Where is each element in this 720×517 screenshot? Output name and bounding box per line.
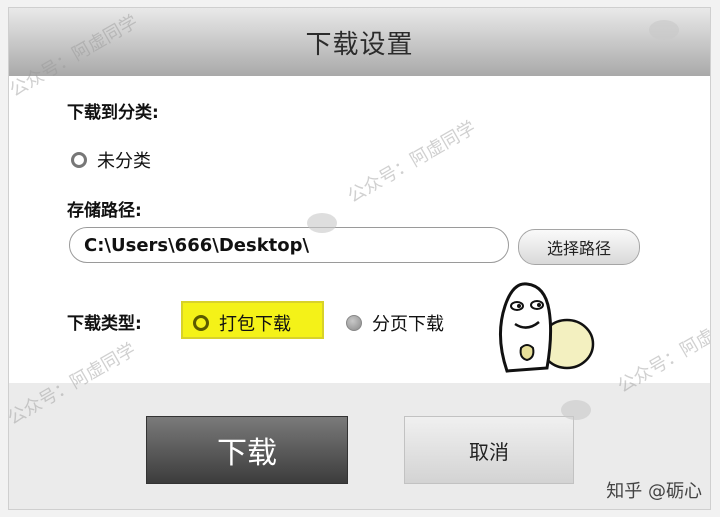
dialog-title: 下载设置 (305, 29, 414, 60)
download-settings-dialog: 下载设置 下载到分类: 未分类 存储路径: 选择路径 下载类型: 打包下载 分页… (8, 7, 711, 510)
radio-selected-icon (193, 315, 209, 331)
wechat-icon (561, 400, 591, 420)
watermark-text: 公众号：阿虚同学 (344, 117, 480, 208)
radio-pack-download[interactable]: 打包下载 (193, 310, 291, 336)
radio-uncategorized-label: 未分类 (97, 151, 151, 172)
radio-page-download-label: 分页下载 (372, 314, 444, 335)
wechat-icon (649, 20, 679, 40)
download-type-label: 下载类型: (67, 314, 142, 334)
meme-sticker-icon (498, 282, 595, 373)
storage-path-label: 存储路径: (67, 201, 142, 221)
cancel-button[interactable]: 取消 (404, 416, 574, 484)
category-label: 下载到分类: (67, 103, 159, 123)
choose-path-button[interactable]: 选择路径 (518, 229, 640, 265)
radio-page-download[interactable]: 分页下载 (346, 310, 444, 336)
radio-pack-download-label: 打包下载 (219, 314, 291, 335)
footer-bar (9, 383, 710, 509)
download-button[interactable]: 下载 (146, 416, 348, 484)
zhihu-credit: 知乎 @砺心 (606, 481, 702, 502)
storage-path-input[interactable] (69, 227, 509, 263)
wechat-icon (307, 213, 337, 233)
radio-unselected-icon (346, 315, 362, 331)
radio-uncategorized[interactable]: 未分类 (71, 147, 151, 173)
radio-circle-icon (71, 152, 87, 168)
